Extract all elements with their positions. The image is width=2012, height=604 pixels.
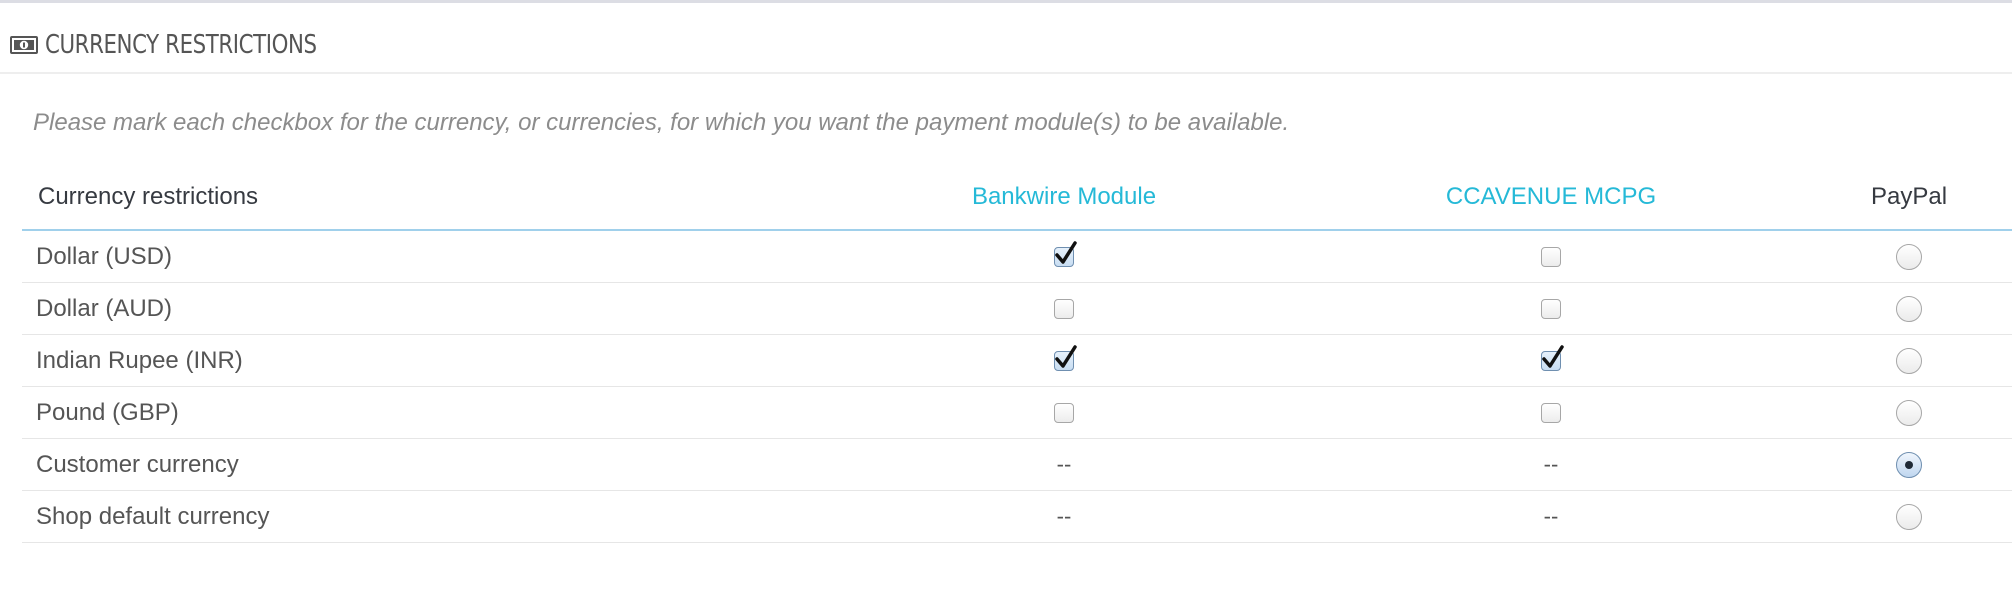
help-text: Please mark each checkbox for the curren… xyxy=(33,109,1290,136)
paypal-radio[interactable] xyxy=(1896,400,1922,426)
not-applicable-text: -- xyxy=(1056,451,1072,477)
checkmark-icon xyxy=(1542,345,1564,368)
bankwire-checkbox[interactable] xyxy=(1054,403,1074,423)
bankwire-cell xyxy=(1054,403,1074,423)
header-bankwire-module-link[interactable]: Bankwire Module xyxy=(972,183,1156,211)
paypal-cell xyxy=(1896,296,1922,322)
currency-restrictions-panel: CURRENCY RESTRICTIONS Please mark each c… xyxy=(0,0,2012,604)
ccavenue-cell xyxy=(1541,299,1561,319)
paypal-cell xyxy=(1896,452,1922,478)
not-applicable-text: -- xyxy=(1543,451,1559,477)
bankwire-checkbox[interactable] xyxy=(1054,345,1077,371)
table-row: Shop default currency -- -- xyxy=(22,491,2012,543)
header-paypal: PayPal xyxy=(1870,183,1948,210)
bankwire-checkbox[interactable] xyxy=(1054,299,1074,319)
panel-title: CURRENCY RESTRICTIONS xyxy=(45,30,317,60)
paypal-radio[interactable] xyxy=(1896,452,1922,478)
header-currency-restrictions: Currency restrictions xyxy=(38,183,259,210)
ccavenue-cell xyxy=(1541,345,1564,371)
table-row: Customer currency -- -- xyxy=(22,439,2012,491)
table-row: Dollar (AUD) xyxy=(22,283,2012,335)
currency-label: Shop default currency xyxy=(36,503,270,530)
panel-heading: CURRENCY RESTRICTIONS xyxy=(0,10,2012,74)
paypal-radio[interactable] xyxy=(1896,244,1922,270)
table-header: Currency restrictions Bankwire Module CC… xyxy=(22,167,2012,231)
ccavenue-checkbox[interactable] xyxy=(1541,299,1561,319)
bankwire-cell xyxy=(1054,345,1077,371)
ccavenue-checkbox[interactable] xyxy=(1541,345,1564,371)
not-applicable-text: -- xyxy=(1056,503,1072,529)
table-row: Dollar (USD) xyxy=(22,231,2012,283)
bankwire-cell xyxy=(1054,241,1077,267)
money-icon xyxy=(10,36,38,54)
radio-dot-icon xyxy=(1905,461,1913,469)
table-row: Indian Rupee (INR) xyxy=(22,335,2012,387)
paypal-radio[interactable] xyxy=(1896,504,1922,530)
paypal-cell xyxy=(1896,504,1922,530)
paypal-cell xyxy=(1896,244,1922,270)
checkmark-icon xyxy=(1055,345,1077,368)
not-applicable-text: -- xyxy=(1543,503,1559,529)
currency-label: Indian Rupee (INR) xyxy=(36,347,243,374)
paypal-cell xyxy=(1896,400,1922,426)
header-ccavenue-mcpg-link[interactable]: CCAVENUE MCPG xyxy=(1446,183,1656,211)
currency-label: Dollar (USD) xyxy=(36,243,173,270)
bankwire-na-text: -- xyxy=(1056,503,1072,529)
ccavenue-cell xyxy=(1541,247,1561,267)
ccavenue-cell xyxy=(1541,403,1561,423)
paypal-radio[interactable] xyxy=(1896,296,1922,322)
ccavenue-na-text: -- xyxy=(1543,451,1559,477)
table-row: Pound (GBP) xyxy=(22,387,2012,439)
table-body: Dollar (USD) Dollar (AUD) Indian Rupee (IN… xyxy=(22,231,2012,543)
bankwire-checkbox[interactable] xyxy=(1054,241,1077,267)
currency-label: Customer currency xyxy=(36,451,239,478)
bankwire-cell xyxy=(1054,299,1074,319)
checkmark-icon xyxy=(1055,241,1077,264)
ccavenue-checkbox[interactable] xyxy=(1541,403,1561,423)
currency-restrictions-table: Currency restrictions Bankwire Module CC… xyxy=(22,167,2012,543)
ccavenue-na-text: -- xyxy=(1543,503,1559,529)
currency-label: Dollar (AUD) xyxy=(36,295,173,322)
paypal-cell xyxy=(1896,348,1922,374)
paypal-radio[interactable] xyxy=(1896,348,1922,374)
ccavenue-checkbox[interactable] xyxy=(1541,247,1561,267)
currency-label: Pound (GBP) xyxy=(36,399,179,426)
bankwire-na-text: -- xyxy=(1056,451,1072,477)
